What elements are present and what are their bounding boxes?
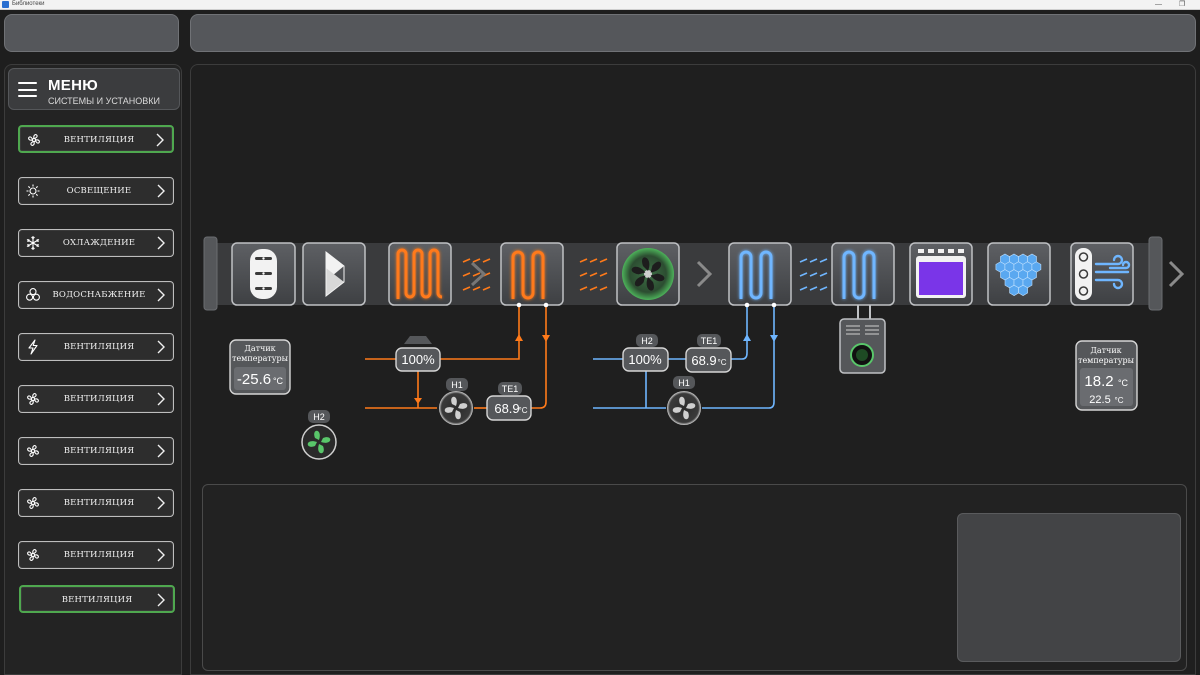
supply-temp-sensor[interactable]: Датчик температуры 18.2 °C 22.5 °C bbox=[1075, 340, 1138, 411]
silencer-unit[interactable] bbox=[1070, 242, 1134, 306]
standalone-pump-label: H2 bbox=[313, 412, 325, 422]
supply-sensor-label-2: температуры bbox=[1078, 356, 1135, 365]
supply-setpoint-unit: °C bbox=[1115, 396, 1124, 405]
heating-temp-sensor[interactable]: TE1 68.9 °C bbox=[486, 382, 532, 421]
damper-unit[interactable] bbox=[231, 242, 296, 306]
uv-lamp-unit[interactable] bbox=[909, 242, 973, 306]
honeycomb-cell bbox=[1009, 284, 1019, 296]
cooling-pump2-label: H2 bbox=[641, 336, 653, 346]
supply-sensor-label-1: Датчик bbox=[1090, 346, 1121, 355]
heating-temp-unit: °C bbox=[519, 406, 528, 415]
cooling-pump[interactable]: H1 bbox=[667, 376, 701, 425]
outdoor-sensor-label-2: температуры bbox=[232, 354, 289, 363]
heating-temp-value: 68.9 bbox=[494, 401, 519, 416]
cooling-temp-label: TE1 bbox=[701, 336, 718, 346]
honeycomb-cell bbox=[1018, 284, 1028, 296]
outdoor-temp-value: -25.6 bbox=[237, 371, 271, 388]
cooling-temp-unit: °C bbox=[718, 358, 727, 367]
heating-pump-label: H1 bbox=[451, 380, 463, 390]
heating-valve-value: 100% bbox=[401, 352, 435, 367]
cooling-pump-label: H1 bbox=[678, 378, 690, 388]
supply-temp-value: 18.2 bbox=[1084, 373, 1113, 390]
cooler-controller[interactable] bbox=[839, 305, 886, 374]
flow-chevron-icon bbox=[1168, 260, 1185, 288]
honeycomb-unit[interactable] bbox=[987, 242, 1051, 306]
electric-heater-unit[interactable] bbox=[388, 242, 452, 306]
supply-fan-unit[interactable] bbox=[616, 242, 680, 306]
supply-setpoint-value: 22.5 bbox=[1089, 394, 1110, 406]
standalone-pump[interactable]: H2 bbox=[301, 410, 337, 460]
bottom-right-subpanel bbox=[957, 513, 1181, 662]
heating-temp-label: TE1 bbox=[502, 384, 519, 394]
cooler-unit-2[interactable] bbox=[831, 242, 895, 306]
heating-valve[interactable]: 100% bbox=[395, 336, 441, 372]
cooling-valve-value: 100% bbox=[628, 352, 662, 367]
cooling-temp-sensor[interactable]: TE1 68.9 °C bbox=[685, 334, 732, 373]
cooling-valve[interactable]: H2 100% bbox=[622, 334, 669, 372]
cooling-temp-value: 68.9 bbox=[691, 353, 716, 368]
cooler-unit-1[interactable] bbox=[728, 242, 792, 306]
outdoor-temp-unit: °C bbox=[273, 376, 284, 386]
flow-arrow-icon bbox=[743, 334, 778, 342]
water-heater-unit[interactable] bbox=[500, 242, 564, 306]
supply-temp-unit: °C bbox=[1118, 378, 1129, 388]
outdoor-sensor-label-1: Датчик bbox=[244, 344, 275, 353]
heating-pump[interactable]: H1 bbox=[439, 378, 473, 425]
outdoor-temp-sensor[interactable]: Датчик температуры -25.6 °C bbox=[229, 339, 291, 395]
filter-unit[interactable] bbox=[302, 242, 366, 306]
